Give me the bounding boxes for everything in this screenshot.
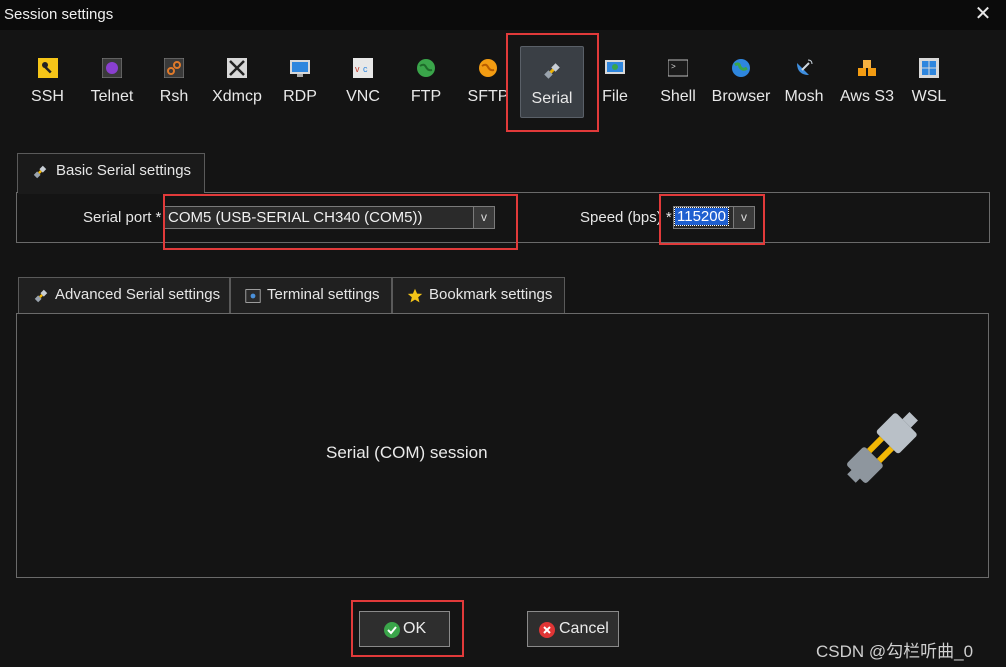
session-type-serial[interactable]: Serial	[520, 46, 584, 118]
session-type-sftp[interactable]: SFTP	[465, 50, 511, 112]
terminal-settings-icon	[245, 289, 261, 303]
svg-text:>: >	[671, 63, 676, 72]
tab-label: Terminal settings	[267, 286, 380, 303]
session-type-aws-s3[interactable]: Aws S3	[838, 50, 896, 112]
session-type-rdp[interactable]: RDP	[280, 50, 320, 112]
serial-plug-icon	[34, 289, 48, 303]
session-type-label: Browser	[711, 88, 771, 105]
session-type-file[interactable]: File	[596, 50, 634, 112]
rsh-icon	[164, 58, 184, 78]
star-icon	[407, 288, 423, 303]
key-icon	[37, 58, 58, 78]
session-type-vnc[interactable]: vc VNC	[343, 50, 383, 112]
session-type-label: Mosh	[784, 88, 824, 105]
window-title: Session settings	[4, 6, 114, 23]
serial-port-dropdown[interactable]: COM5 (USB-SERIAL CH340 (COM5)) v	[164, 206, 495, 229]
tab-label: Bookmark settings	[429, 286, 553, 303]
globe-icon	[732, 59, 750, 77]
title-bar	[0, 0, 1006, 30]
session-type-label: Telnet	[90, 88, 134, 105]
watermark: CSDN @勾栏听曲_0	[816, 642, 974, 661]
session-type-label: WSL	[911, 88, 947, 105]
session-type-label: Xdmcp	[212, 88, 262, 105]
tab-join	[18, 191, 204, 194]
serial-plug-icon	[544, 63, 560, 79]
ftp-globe-icon	[417, 59, 435, 77]
serial-port-label: Serial port *	[83, 209, 162, 226]
session-type-label: Shell	[660, 88, 696, 105]
session-type-label: Aws S3	[840, 88, 894, 105]
session-type-rsh[interactable]: Rsh	[154, 50, 194, 112]
ok-label: OK	[403, 620, 427, 637]
session-type-ssh[interactable]: SSH	[25, 50, 70, 112]
tab-advanced-serial-settings[interactable]: Advanced Serial settings	[18, 277, 230, 314]
ok-button[interactable]: OK	[359, 611, 450, 647]
session-type-label: VNC	[346, 88, 380, 105]
cancel-x-icon	[539, 622, 555, 638]
speed-value: 115200	[674, 207, 729, 226]
tab-terminal-settings[interactable]: Terminal settings	[230, 277, 392, 314]
svg-text:v: v	[355, 64, 360, 74]
terminal-icon: >	[668, 59, 688, 77]
cancel-button[interactable]: Cancel	[527, 611, 619, 647]
sftp-globe-icon	[479, 59, 497, 77]
cancel-label: Cancel	[559, 620, 609, 637]
session-type-label: SSH	[31, 88, 64, 105]
session-type-mosh[interactable]: Mosh	[782, 50, 826, 112]
session-type-xdmcp[interactable]: Xdmcp	[208, 50, 266, 112]
speed-dropdown[interactable]: 115200 v	[673, 206, 755, 229]
chevron-down-icon[interactable]: v	[733, 207, 754, 228]
session-type-label: Serial	[531, 90, 573, 107]
windows-logo-icon	[919, 58, 939, 78]
session-type-label: SFTP	[467, 88, 509, 105]
session-type-label: Rsh	[159, 88, 189, 105]
session-type-caption: Serial (COM) session	[326, 443, 488, 462]
session-type-telnet[interactable]: Telnet	[87, 50, 137, 112]
speed-label: Speed (bps) *	[580, 209, 672, 226]
satellite-dish-icon	[797, 59, 813, 75]
session-type-label: RDP	[283, 88, 317, 105]
tab-label: Advanced Serial settings	[55, 286, 221, 303]
session-type-wsl[interactable]: WSL	[908, 50, 950, 112]
session-type-label: File	[602, 88, 628, 105]
tab-bookmark-settings[interactable]: Bookmark settings	[392, 277, 565, 314]
session-type-browser[interactable]: Browser	[710, 50, 772, 112]
session-type-label: FTP	[410, 88, 442, 105]
file-monitor-icon	[605, 60, 625, 74]
svg-text:c: c	[363, 64, 368, 74]
tab-label: Basic Serial settings	[56, 162, 192, 179]
basic-serial-panel	[16, 192, 990, 243]
session-type-shell[interactable]: > Shell	[656, 50, 700, 112]
tab-basic-serial-settings[interactable]: Basic Serial settings	[17, 153, 205, 193]
telnet-icon	[102, 58, 122, 78]
serial-plug-icon	[33, 165, 47, 179]
x-display-icon	[227, 58, 247, 78]
serial-plug-large-icon	[847, 412, 918, 483]
session-type-ftp[interactable]: FTP	[406, 50, 446, 112]
serial-port-value: COM5 (USB-SERIAL CH340 (COM5))	[168, 209, 423, 226]
rdp-monitor-icon	[290, 60, 310, 77]
check-icon	[384, 622, 400, 638]
chevron-down-icon[interactable]: v	[473, 207, 494, 228]
aws-cubes-icon	[858, 60, 876, 76]
vnc-icon: vc	[353, 58, 373, 78]
close-icon[interactable]: ✕	[972, 3, 994, 25]
